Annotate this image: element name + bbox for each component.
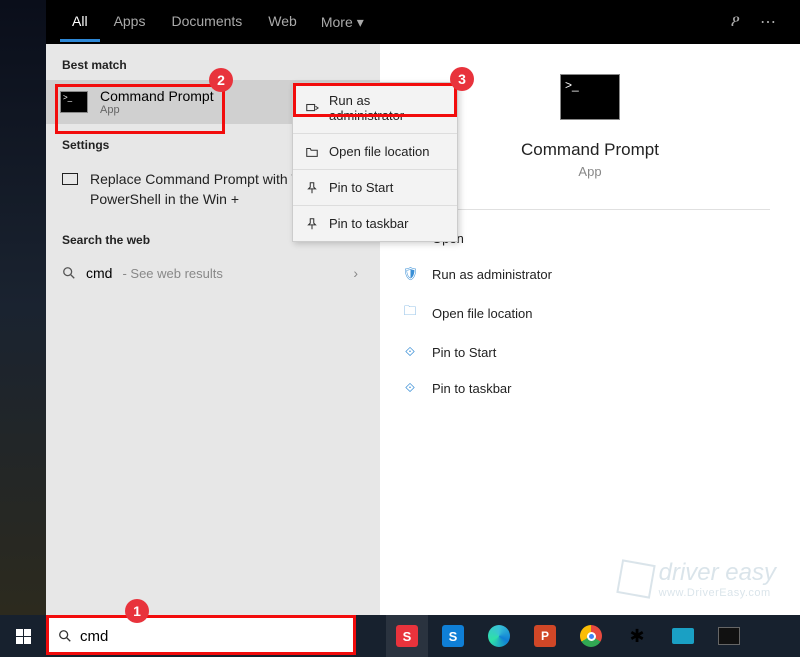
feedback-icon[interactable]: ዖ [721, 13, 750, 31]
best-match-subtitle: App [100, 104, 214, 116]
snagit-icon[interactable]: S [386, 615, 428, 657]
annotation-badge-3: 3 [450, 67, 474, 91]
search-input[interactable] [80, 622, 344, 651]
chevron-right-icon: › [353, 265, 358, 281]
app-blue-icon[interactable]: S [432, 615, 474, 657]
admin-icon: 🛡 [402, 266, 418, 282]
web-suffix: - See web results [122, 266, 222, 281]
action-run-admin[interactable]: 🛡 Run as administrator [398, 256, 782, 292]
web-result-item[interactable]: cmd - See web results › [46, 255, 380, 291]
chrome-icon[interactable] [570, 615, 612, 657]
windows-logo-icon [16, 629, 31, 644]
action-open-location[interactable]: 🗀 Open file location [398, 292, 782, 334]
pin-icon [305, 217, 319, 231]
preview-action-list: ⧉ Open 🛡 Run as administrator 🗀 Open fil… [380, 220, 800, 406]
pin-icon: ⟐ [402, 344, 418, 360]
best-match-text: Command Prompt App [100, 88, 214, 116]
command-prompt-icon [60, 91, 88, 113]
ctx-pin-start[interactable]: Pin to Start [293, 169, 457, 205]
admin-icon [305, 101, 319, 115]
tab-more-label: More [321, 14, 353, 30]
command-prompt-icon-large [560, 74, 620, 120]
tab-more[interactable]: More ▾ [311, 3, 374, 42]
ctx-pin-taskbar[interactable]: Pin to taskbar [293, 205, 457, 241]
tab-documents[interactable]: Documents [159, 3, 254, 42]
desktop-background [0, 0, 46, 615]
folder-icon: 🗀 [402, 302, 418, 324]
search-icon [62, 266, 76, 280]
divider [410, 209, 770, 210]
ctx-label: Run as administrator [329, 93, 445, 123]
taskbar-search-box[interactable] [48, 617, 354, 655]
annotation-badge-2: 2 [209, 68, 233, 92]
taskbar: S S P ✱ [0, 615, 800, 657]
best-match-title: Command Prompt [100, 88, 214, 104]
ctx-run-admin[interactable]: Run as administrator [293, 83, 457, 133]
terminal-icon[interactable] [708, 615, 750, 657]
ctx-label: Pin to taskbar [329, 216, 409, 231]
preview-subtitle: App [578, 164, 601, 179]
search-icon [58, 629, 72, 643]
chevron-down-icon: ▾ [357, 14, 364, 31]
ctx-label: Pin to Start [329, 180, 393, 195]
taskbar-pinned-apps: S S P ✱ [386, 615, 750, 657]
more-options-icon[interactable]: ⋯ [750, 12, 786, 32]
action-pin-taskbar[interactable]: ⟐ Pin to taskbar [398, 370, 782, 406]
tab-all[interactable]: All [60, 3, 100, 42]
action-pin-start[interactable]: ⟐ Pin to Start [398, 334, 782, 370]
web-term: cmd [86, 265, 112, 281]
start-button[interactable] [0, 615, 46, 657]
action-label: Pin to taskbar [432, 381, 512, 396]
ctx-open-location[interactable]: Open file location [293, 133, 457, 169]
annotation-badge-1: 1 [125, 599, 149, 623]
powerpoint-icon[interactable]: P [524, 615, 566, 657]
settings-icon [62, 173, 78, 185]
pin-icon: ⟐ [402, 380, 418, 396]
folder-icon [305, 145, 319, 159]
search-scope-tabs: All Apps Documents Web More ▾ ዖ ⋯ [46, 0, 800, 44]
context-menu: Run as administrator Open file location … [292, 82, 458, 242]
preview-title: Command Prompt [521, 140, 659, 160]
tab-web[interactable]: Web [256, 3, 309, 42]
action-label: Run as administrator [432, 267, 552, 282]
edge-icon[interactable] [478, 615, 520, 657]
pin-icon [305, 181, 319, 195]
action-label: Pin to Start [432, 345, 496, 360]
slack-icon[interactable]: ✱ [616, 615, 658, 657]
action-label: Open file location [432, 306, 532, 321]
tab-apps[interactable]: Apps [102, 3, 158, 42]
ctx-label: Open file location [329, 144, 429, 159]
app-teal-icon[interactable] [662, 615, 704, 657]
